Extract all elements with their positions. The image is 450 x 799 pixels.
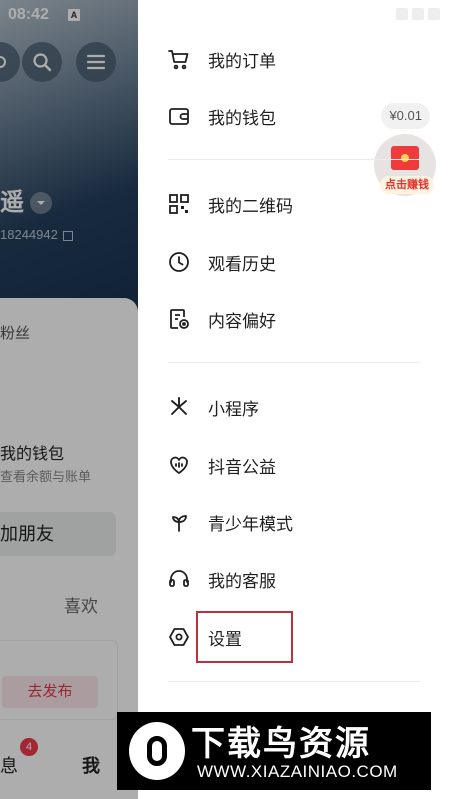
status-indicators	[396, 8, 440, 20]
menu-label-qrcode: 我的二维码	[208, 196, 293, 216]
wallet-balance-chip: ¥0.01	[381, 103, 430, 129]
menu-item-qrcode[interactable]: 我的二维码	[138, 180, 450, 228]
side-drawer: 我的订单 我的钱包 ¥0.01 点击赚钱 我的二维码 观看历史 内容偏好 小程序…	[138, 0, 450, 799]
menu-label-orders: 我的订单	[208, 51, 276, 71]
wallet-icon	[166, 103, 192, 129]
menu-item-settings[interactable]: 设置	[138, 613, 450, 661]
watermark-title: 下载鸟资源	[191, 725, 371, 763]
menu-label-youth-mode: 青少年模式	[208, 514, 293, 534]
profile-page-background: 08:42 A 遥 18244942 粉丝 我的钱包 查看余额与账单 加朋友 喜…	[0, 0, 138, 799]
settings-highlight-box	[196, 611, 293, 663]
settings-icon	[166, 624, 192, 650]
headset-icon	[166, 566, 192, 592]
watermark-banner: 下载鸟资源 WWW.XIAZAINIAO.COM	[117, 712, 431, 790]
charity-icon	[166, 452, 192, 478]
qrcode-icon	[166, 191, 192, 217]
divider	[168, 362, 420, 363]
bird-logo-icon	[129, 722, 185, 780]
menu-label-history: 观看历史	[208, 254, 276, 274]
mini-program-icon	[166, 394, 192, 420]
divider	[168, 681, 420, 682]
menu-label-wallet: 我的钱包	[208, 108, 276, 128]
menu-item-customer-service[interactable]: 我的客服	[138, 555, 450, 603]
watermark-url: WWW.XIAZAINIAO.COM	[197, 762, 398, 781]
menu-item-preference[interactable]: 内容偏好	[138, 295, 450, 343]
drawer-scrim[interactable]	[0, 0, 138, 799]
menu-label-preference: 内容偏好	[208, 311, 276, 331]
menu-item-history[interactable]: 观看历史	[138, 238, 450, 286]
clock-icon	[166, 249, 192, 275]
menu-item-charity[interactable]: 抖音公益	[138, 441, 450, 489]
red-envelope-icon	[391, 146, 419, 170]
menu-item-youth-mode[interactable]: 青少年模式	[138, 498, 450, 546]
menu-item-orders[interactable]: 我的订单	[138, 35, 450, 83]
menu-item-mini-program[interactable]: 小程序	[138, 383, 450, 431]
menu-label-charity: 抖音公益	[208, 457, 276, 477]
preference-icon	[166, 306, 192, 332]
divider	[168, 159, 420, 160]
sprout-icon	[166, 509, 192, 535]
cart-icon	[166, 46, 192, 72]
menu-label-mini-program: 小程序	[208, 399, 259, 419]
menu-label-customer-service: 我的客服	[208, 571, 276, 591]
